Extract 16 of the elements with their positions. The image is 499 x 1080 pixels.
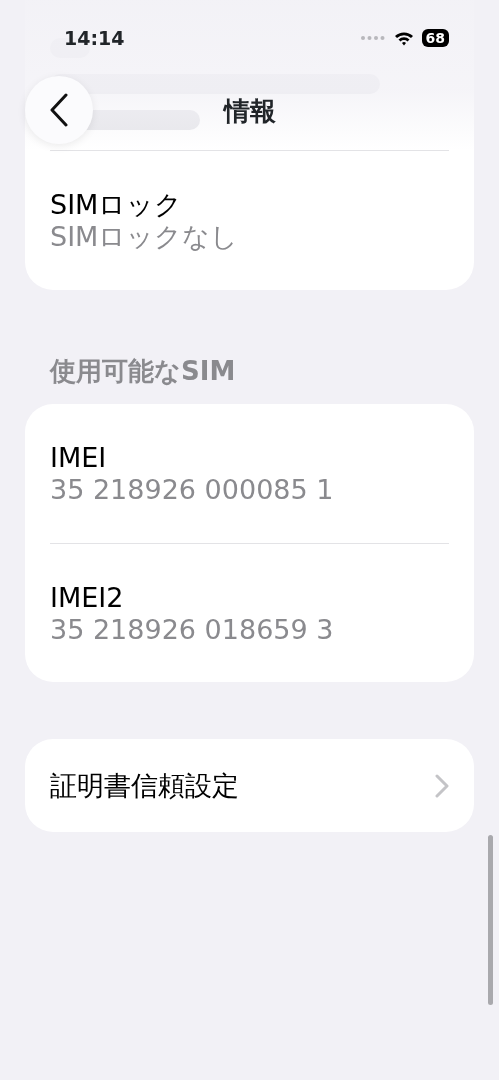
settings-row[interactable]: 証明書信頼設定 xyxy=(25,739,474,833)
row-value: SIMロックなし xyxy=(50,221,240,254)
signal-icon xyxy=(359,35,386,41)
wifi-icon xyxy=(393,30,414,46)
row-label: 証明書信頼設定 xyxy=(50,769,239,803)
chevron-left-icon xyxy=(49,93,69,127)
chevron-right-icon xyxy=(435,773,449,798)
row-value: 35 218926 000085 1 xyxy=(50,474,335,507)
row-label: SIMロック xyxy=(50,189,184,222)
section-header: 使用可能なSIM xyxy=(48,354,237,388)
nav-title: 情報 xyxy=(222,95,277,128)
battery-level: 68 xyxy=(421,29,449,47)
row-label: IMEI xyxy=(50,441,108,475)
row-value: 35 218926 018659 3 xyxy=(50,613,335,647)
status-time: 14:14 xyxy=(64,25,125,51)
row-label: IMEI2 xyxy=(50,581,125,614)
